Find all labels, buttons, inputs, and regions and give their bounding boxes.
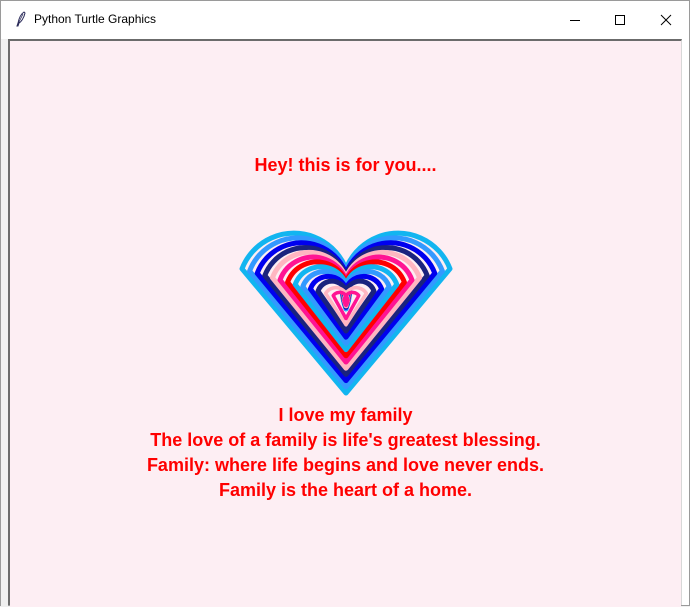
- family-message-4: Family is the heart of a home.: [218, 480, 473, 500]
- minimize-button[interactable]: [552, 1, 598, 38]
- family-message-1: I love my family: [278, 405, 413, 425]
- maximize-button[interactable]: [597, 1, 643, 38]
- window-title: Python Turtle Graphics: [34, 12, 157, 26]
- maximize-icon: [614, 14, 626, 26]
- turtle-canvas[interactable]: Hey! this is for you.... I love my famil…: [10, 41, 681, 607]
- family-message-2: The love of a family is life's greatest …: [150, 430, 541, 450]
- title-bar[interactable]: Python Turtle Graphics: [1, 1, 689, 38]
- greeting-text: Hey! this is for you....: [254, 155, 437, 175]
- close-button[interactable]: [643, 1, 689, 38]
- nested-hearts-drawing: [239, 230, 453, 396]
- turtle-window: Python Turtle Graphics Hey! this is for …: [0, 0, 690, 607]
- feather-icon: [13, 11, 29, 27]
- left-window-edge: [1, 39, 8, 607]
- family-message-3: Family: where life begins and love never…: [146, 455, 545, 475]
- minimize-icon: [569, 14, 581, 26]
- close-icon: [660, 14, 672, 26]
